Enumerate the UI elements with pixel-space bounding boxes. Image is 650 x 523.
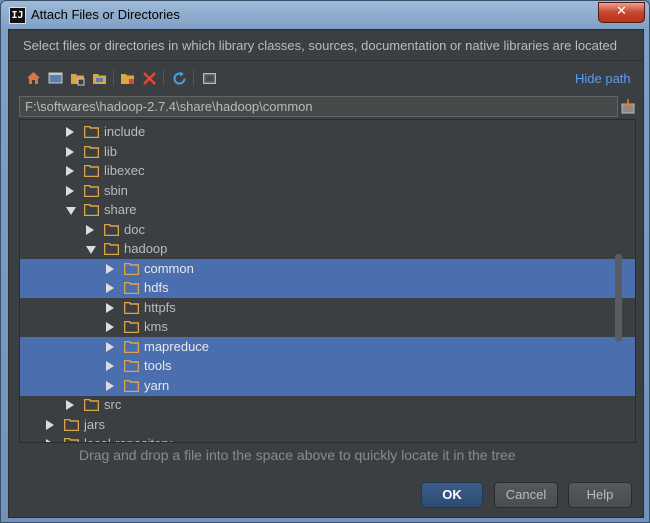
dialog-description: Select files or directories in which lib… <box>23 38 617 53</box>
tree-row[interactable]: libexec <box>20 161 635 181</box>
tree-row-label: local-repository <box>84 436 172 442</box>
tree-row[interactable]: mapreduce <box>20 337 635 357</box>
tree-row-label: common <box>144 261 194 276</box>
divider <box>9 60 643 61</box>
tree-row-label: include <box>104 124 146 139</box>
tree-row-label: hadoop <box>124 241 168 256</box>
collapsed-arrow-icon[interactable] <box>66 186 74 196</box>
desktop-icon[interactable] <box>45 68 65 88</box>
collapsed-arrow-icon[interactable] <box>66 127 74 137</box>
close-icon: ✕ <box>616 4 627 19</box>
toolbar-separator <box>193 70 194 86</box>
title-bar[interactable]: IJ Attach Files or Directories ✕ <box>1 1 649 31</box>
ok-button[interactable]: OK <box>421 482 483 508</box>
tree-row-label: doc <box>124 222 145 237</box>
drag-drop-hint: Drag and drop a file into the space abov… <box>79 447 516 463</box>
tree-row[interactable]: httpfs <box>20 298 635 318</box>
folder-icon <box>124 341 139 353</box>
collapsed-arrow-icon[interactable] <box>106 381 114 391</box>
tree-row[interactable]: hadoop <box>20 239 635 259</box>
home-icon[interactable] <box>23 68 43 88</box>
tree-row-label: sbin <box>104 183 128 198</box>
refresh-icon[interactable] <box>169 68 189 88</box>
folder-icon <box>124 302 139 314</box>
tree-row[interactable]: yarn <box>20 376 635 396</box>
collapsed-arrow-icon[interactable] <box>86 225 94 235</box>
folder-icon <box>84 146 99 158</box>
tree-row-label: httpfs <box>144 300 176 315</box>
module-folder-icon[interactable] <box>89 68 109 88</box>
collapsed-arrow-icon[interactable] <box>106 264 114 274</box>
toolbar-separator <box>113 70 114 86</box>
folder-icon <box>124 380 139 392</box>
collapsed-arrow-icon[interactable] <box>106 342 114 352</box>
tree-row-label: tools <box>144 358 172 373</box>
collapsed-arrow-icon[interactable] <box>106 283 114 293</box>
tree-row[interactable]: hdfs <box>20 278 635 298</box>
folder-icon <box>64 419 79 431</box>
tree-row-label: src <box>104 397 122 412</box>
folder-icon <box>84 204 99 216</box>
folder-icon <box>124 263 139 275</box>
show-hidden-icon[interactable] <box>199 68 219 88</box>
collapsed-arrow-icon[interactable] <box>66 166 74 176</box>
cancel-button[interactable]: Cancel <box>494 482 558 508</box>
tree-row[interactable]: doc <box>20 220 635 240</box>
collapsed-arrow-icon[interactable] <box>106 361 114 371</box>
tree-scrollbar[interactable] <box>615 254 622 342</box>
collapsed-arrow-icon[interactable] <box>66 400 74 410</box>
tree-row-label: share <box>104 202 137 217</box>
delete-icon[interactable] <box>139 68 159 88</box>
tree-row[interactable]: common <box>20 259 635 279</box>
folder-icon <box>84 126 99 138</box>
collapsed-arrow-icon[interactable] <box>66 147 74 157</box>
intellij-app-icon: IJ <box>9 7 26 24</box>
path-history-icon[interactable] <box>621 98 635 114</box>
path-input[interactable]: F:\softwares\hadoop-2.7.4\share\hadoop\c… <box>19 96 618 117</box>
tree-row[interactable]: sbin <box>20 181 635 201</box>
dialog-content: Select files or directories in which lib… <box>8 29 644 518</box>
collapsed-arrow-icon[interactable] <box>106 322 114 332</box>
close-button[interactable]: ✕ <box>598 2 645 23</box>
folder-icon <box>84 185 99 197</box>
folder-icon <box>104 243 119 255</box>
tree-row[interactable]: local-repository <box>20 434 635 442</box>
tree-row-label: hdfs <box>144 280 169 295</box>
hide-path-link[interactable]: Hide path <box>575 71 631 86</box>
tree-row[interactable]: tools <box>20 356 635 376</box>
tree-row-label: kms <box>144 319 168 334</box>
project-folder-icon[interactable] <box>67 68 87 88</box>
folder-icon <box>124 321 139 333</box>
folder-icon <box>104 224 119 236</box>
tree-row-label: yarn <box>144 378 170 393</box>
folder-icon <box>84 165 99 177</box>
tree-row[interactable]: src <box>20 395 635 415</box>
tree-row-label: jars <box>84 417 105 432</box>
tree-row[interactable]: include <box>20 122 635 142</box>
window-title: Attach Files or Directories <box>31 7 180 22</box>
collapsed-arrow-icon[interactable] <box>46 439 54 442</box>
collapsed-arrow-icon[interactable] <box>106 303 114 313</box>
tree-row[interactable]: share <box>20 200 635 220</box>
toolbar-separator <box>163 70 164 86</box>
folder-icon <box>124 282 139 294</box>
tree-row[interactable]: lib <box>20 142 635 162</box>
help-button[interactable]: Help <box>568 482 632 508</box>
tree-row-label: libexec <box>104 163 145 178</box>
tree-row-label: lib <box>104 144 118 159</box>
new-folder-icon[interactable] <box>117 68 137 88</box>
tree-row[interactable]: kms <box>20 317 635 337</box>
dialog-window: IJ Attach Files or Directories ✕ Select … <box>0 0 650 523</box>
tree-row-label: mapreduce <box>144 339 210 354</box>
folder-icon <box>64 438 79 442</box>
collapsed-arrow-icon[interactable] <box>46 420 54 430</box>
folder-icon <box>124 360 139 372</box>
folder-icon <box>84 399 99 411</box>
tree-row[interactable]: jars <box>20 415 635 435</box>
expanded-arrow-icon[interactable] <box>66 207 76 215</box>
file-tree[interactable]: include lib libexec sbin share doc hadoop commo… <box>19 119 636 443</box>
expanded-arrow-icon[interactable] <box>86 246 96 254</box>
